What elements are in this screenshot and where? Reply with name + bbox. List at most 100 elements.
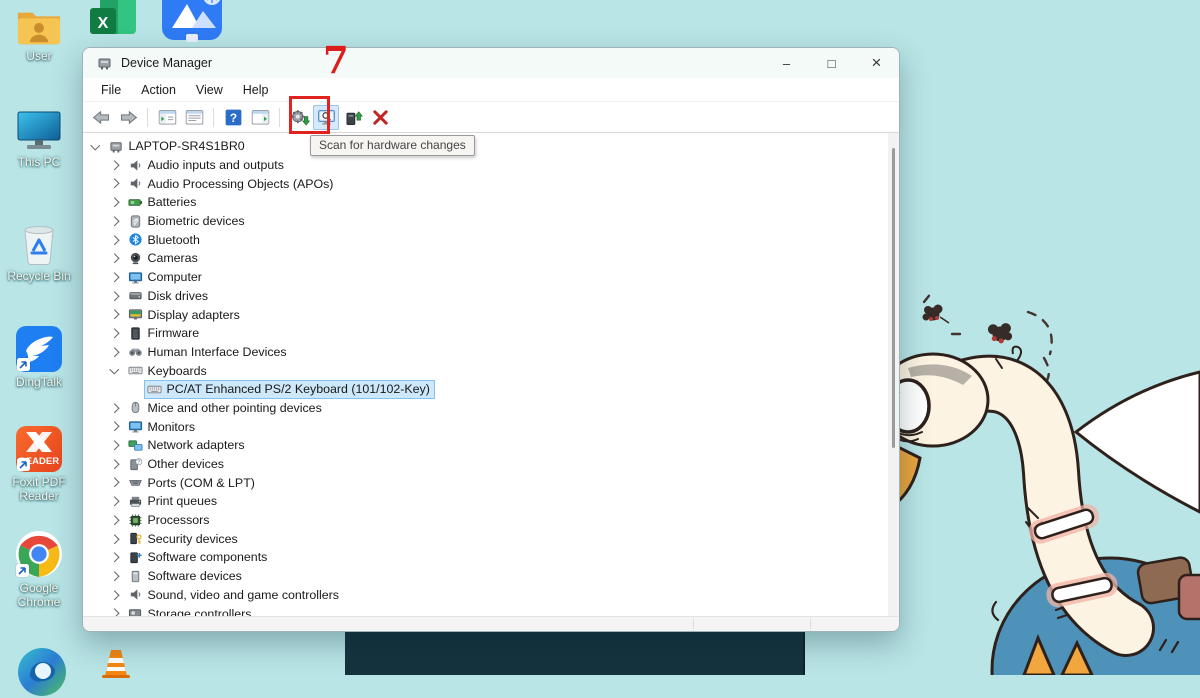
tree-item[interactable]: Print queues — [83, 492, 899, 511]
tree-item[interactable]: Keyboards — [83, 361, 899, 380]
tree-item-content[interactable]: Other devices — [125, 455, 229, 474]
tree-item[interactable]: Network adapters — [83, 436, 899, 455]
expander-icon[interactable] — [109, 160, 119, 170]
expander-icon[interactable] — [109, 403, 119, 413]
tree-item[interactable]: Firmware — [83, 324, 899, 343]
uninstall-button[interactable] — [367, 105, 393, 130]
menu-action[interactable]: Action — [131, 80, 186, 100]
tree-item-content[interactable]: Display adapters — [125, 305, 245, 324]
expander-icon[interactable] — [109, 309, 119, 320]
tree-item-content[interactable]: Monitors — [125, 417, 201, 436]
tree-item[interactable]: Batteries — [83, 193, 899, 212]
tree-item[interactable]: Disk drives — [83, 287, 899, 306]
tree-item-content[interactable]: Bluetooth — [125, 230, 205, 249]
tree-item-content[interactable]: Human Interface Devices — [125, 342, 292, 361]
tree-item-content[interactable]: Network adapters — [125, 436, 250, 455]
expander-icon[interactable] — [109, 478, 119, 488]
expander-icon[interactable] — [90, 140, 100, 150]
tree-item-content[interactable]: Biometric devices — [125, 212, 250, 231]
desktop-icon-recycle-bin[interactable]: Recycle Bin — [3, 220, 75, 283]
expander-icon[interactable] — [109, 197, 119, 208]
tree-item[interactable]: Audio Processing Objects (APOs) — [83, 174, 899, 193]
tree-item-content[interactable]: Software components — [125, 548, 273, 567]
expander-icon[interactable] — [109, 552, 119, 563]
tree-item[interactable]: Audio inputs and outputs — [83, 156, 899, 175]
back-button[interactable] — [88, 105, 114, 130]
tree-item-content[interactable]: Keyboards — [125, 361, 212, 380]
expander-icon[interactable] — [109, 216, 119, 226]
tree-item[interactable]: Monitors — [83, 417, 899, 436]
tree-item[interactable]: Cameras — [83, 249, 899, 268]
expander-icon[interactable] — [109, 347, 119, 357]
maximize-button[interactable]: □ — [809, 48, 854, 78]
tree-item[interactable]: LAPTOP-SR4S1BR0 — [83, 137, 899, 156]
expander-icon[interactable] — [109, 515, 119, 525]
expander-icon[interactable] — [109, 253, 119, 264]
microsoft-edge-icon[interactable] — [16, 646, 68, 698]
tree-item-content[interactable]: Cameras — [125, 249, 203, 268]
tree-item[interactable]: Software components — [83, 548, 899, 567]
properties-button[interactable] — [181, 105, 207, 130]
excel-icon[interactable]: X — [86, 0, 140, 42]
tree-item-content[interactable]: Firmware — [125, 324, 205, 343]
forward-button[interactable] — [115, 105, 141, 130]
expander-icon[interactable] — [109, 235, 119, 245]
blue-mountain-app-icon[interactable] — [160, 0, 224, 46]
desktop-icon-foxit[interactable]: READER Foxit PDF Reader — [3, 426, 75, 504]
tree-item-content[interactable]: Computer — [125, 268, 207, 287]
tree-item[interactable]: PC/AT Enhanced PS/2 Keyboard (101/102-Ke… — [83, 379, 899, 399]
add-driver-button[interactable] — [340, 105, 366, 130]
desktop-icon-dingtalk[interactable]: DingTalk — [3, 326, 75, 389]
tree-item[interactable]: Biometric devices — [83, 212, 899, 231]
tree-item-content[interactable]: PC/AT Enhanced PS/2 Keyboard (101/102-Ke… — [143, 379, 435, 399]
menu-help[interactable]: Help — [233, 80, 279, 100]
desktop-icon-chrome[interactable]: Google Chrome — [3, 530, 75, 610]
tree-item[interactable]: Ports (COM & LPT) — [83, 473, 899, 492]
desktop-icon-user[interactable]: User — [3, 6, 75, 63]
desktop-icon-this-pc[interactable]: This PC — [3, 110, 75, 169]
minimize-button[interactable]: – — [764, 48, 809, 78]
expander-icon[interactable] — [109, 291, 119, 301]
tree-item[interactable]: Software devices — [83, 567, 899, 586]
expander-icon[interactable] — [109, 590, 119, 600]
tree-item[interactable]: Security devices — [83, 529, 899, 548]
action-pane-button[interactable] — [247, 105, 273, 130]
tree-item-content[interactable]: Software devices — [125, 567, 247, 586]
tree-item[interactable]: Computer — [83, 268, 899, 287]
expander-icon[interactable] — [109, 496, 119, 507]
menu-file[interactable]: File — [91, 80, 131, 100]
tree-item-content[interactable]: Mice and other pointing devices — [125, 398, 327, 417]
expander-icon[interactable] — [109, 422, 119, 432]
tree-item[interactable]: Processors — [83, 511, 899, 530]
close-button[interactable]: × — [854, 48, 899, 78]
tree-item-content[interactable]: Security devices — [125, 529, 243, 548]
scrollbar[interactable] — [888, 133, 899, 617]
tree-item-content[interactable]: Audio inputs and outputs — [125, 156, 289, 175]
tree-item[interactable]: Mice and other pointing devices — [83, 399, 899, 418]
tree-item-content[interactable]: Disk drives — [125, 286, 214, 305]
tree-item-content[interactable]: Processors — [125, 511, 215, 530]
expander-icon[interactable] — [109, 328, 119, 338]
titlebar[interactable]: Device Manager – □ × — [83, 48, 899, 78]
tree-item-content[interactable]: Print queues — [125, 492, 223, 511]
scrollbar-thumb[interactable] — [892, 148, 895, 448]
tree-item[interactable]: Sound, video and game controllers — [83, 586, 899, 605]
vlc-icon[interactable] — [98, 648, 134, 678]
expander-icon[interactable] — [109, 459, 119, 469]
expander-icon[interactable] — [109, 179, 119, 189]
menu-view[interactable]: View — [186, 80, 233, 100]
expander-icon[interactable] — [109, 534, 119, 544]
tree-item-content[interactable]: LAPTOP-SR4S1BR0 — [106, 137, 250, 156]
tree-item[interactable]: Display adapters — [83, 305, 899, 324]
tree-item[interactable]: Other devices — [83, 455, 899, 474]
expander-icon[interactable] — [109, 272, 119, 282]
expander-icon[interactable] — [109, 440, 119, 450]
tree-item-content[interactable]: Audio Processing Objects (APOs) — [125, 174, 339, 193]
expander-icon[interactable] — [109, 571, 119, 581]
expander-icon[interactable] — [109, 364, 119, 374]
console-tree-button[interactable] — [154, 105, 180, 130]
tree-item[interactable]: Human Interface Devices — [83, 343, 899, 362]
help-button[interactable] — [220, 105, 246, 130]
tree-item[interactable]: Bluetooth — [83, 230, 899, 249]
tree-item-content[interactable]: Sound, video and game controllers — [125, 585, 345, 604]
